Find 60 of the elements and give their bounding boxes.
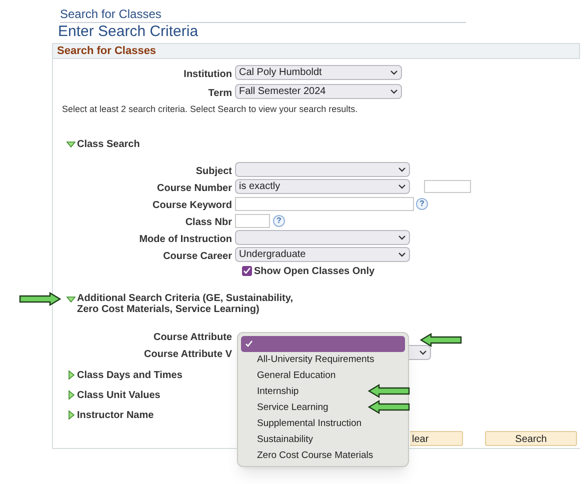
clear-button[interactable]: lear [410,430,463,446]
checkbox[interactable] [242,266,252,276]
chevron-down-icon [398,167,406,172]
dropdown-field[interactable]: Cal Poly Humboldt [235,65,402,80]
dropdown-field[interactable] [407,345,431,360]
dropdown-option[interactable]: Service Learning [257,400,328,416]
field-label: Course Career [163,250,232,262]
chevron-down-icon [419,350,427,355]
breadcrumb-title: Search for Classes [60,7,162,21]
page-heading: Enter Search Criteria [58,23,200,41]
text-input[interactable] [235,214,270,228]
section-title[interactable]: Class Days and Times [77,368,182,382]
check-icon [245,340,253,348]
help-button[interactable]: ? [416,198,428,210]
dropdown-option[interactable]: Internship [257,384,299,400]
collapsed-triangle-icon[interactable] [68,390,75,400]
dropdown-option[interactable]: All-University Requirements [257,352,374,368]
collapsed-triangle-icon[interactable] [68,370,75,380]
chevron-down-icon [390,70,398,75]
text-input[interactable] [235,196,414,210]
dropdown-option[interactable]: Supplemental Instruction [257,416,362,432]
section-title[interactable]: Class Search [77,136,140,152]
field-label: Class Nbr [185,216,232,228]
help-button[interactable]: ? [273,214,285,226]
dropdown-option[interactable]: Sustainability [257,432,313,448]
field-label: Course Number [156,182,232,194]
expanded-triangle-icon[interactable] [66,296,76,303]
search-button[interactable]: Search [485,430,577,446]
section-title[interactable]: Instructor Name [77,408,154,422]
field-label: Subject [196,166,232,176]
expanded-triangle-icon[interactable] [66,140,76,148]
section-title[interactable]: Additional Search Criteria (GE, Sustainability, Zero Cost Materials, Service Learning) [77,293,317,315]
dropdown-option[interactable]: General Education [257,368,336,384]
left-arrow-icon [368,400,410,414]
field-label: Institution [184,68,232,80]
dropdown-field[interactable]: Undergraduate [235,247,410,262]
field-label: Course Attribute [153,332,232,342]
instructions-text: Select at least 2 search criteria. Select Search to view your search results. [62,104,358,114]
dropdown-field[interactable] [235,162,410,177]
panel-header: Search for Classes [52,43,580,59]
right-arrow-icon [19,292,61,306]
collapsed-triangle-icon[interactable] [68,410,75,420]
field-label: Course Keyword [152,200,232,210]
dropdown-field[interactable]: is exactly [235,179,410,194]
field-label: Course Attribute V [144,348,232,360]
section-title[interactable]: Class Unit Values [77,388,160,402]
dropdown-field[interactable] [235,230,410,245]
field-label: Mode of Instruction [139,234,232,244]
chevron-down-icon [390,89,398,94]
left-arrow-icon [368,384,410,398]
chevron-down-icon [398,184,406,189]
dropdown-field[interactable]: Fall Semester 2024 [235,84,402,99]
chevron-down-icon [398,235,406,240]
dropdown-option[interactable]: Zero Cost Course Materials [257,448,374,464]
text-input[interactable] [424,180,471,193]
left-arrow-icon [420,333,462,347]
checkbox-label: Show Open Classes Only [254,264,375,278]
chevron-down-icon [398,252,406,257]
check-icon [243,267,251,275]
field-label: Term [208,88,232,98]
